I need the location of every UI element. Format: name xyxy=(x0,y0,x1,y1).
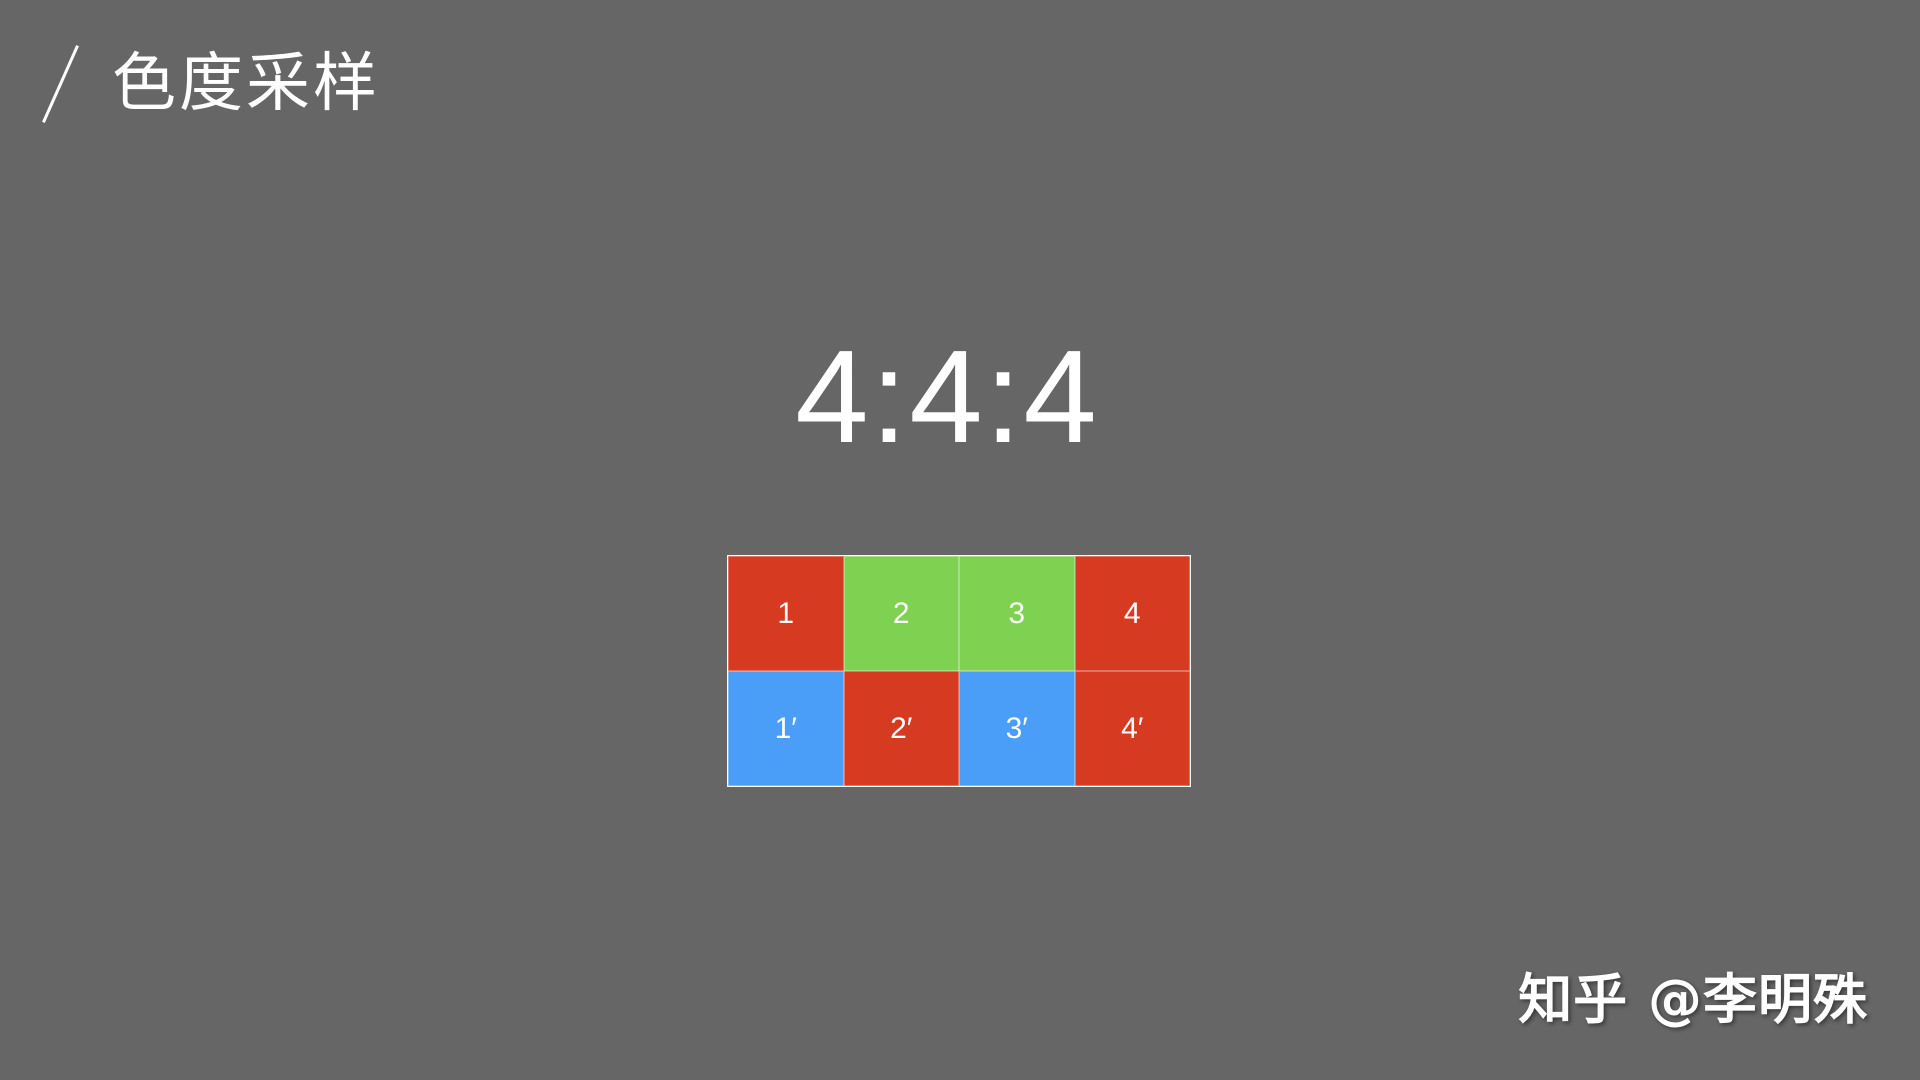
pixel-grid: 1 2 3 4 1′ 2′ 3′ 4′ xyxy=(727,555,1191,787)
pixel-cell-row1-col2: 2 xyxy=(843,556,959,671)
pixel-cell-row2-col4: 4′ xyxy=(1074,671,1190,786)
pixel-cell-row2-col2: 2′ xyxy=(843,671,959,786)
pixel-cell-row1-col3: 3 xyxy=(959,556,1075,671)
slide-header: 色度采样 xyxy=(44,44,380,124)
pixel-cell-row1-col1: 1 xyxy=(728,556,844,671)
pixel-cell-row2-col1: 1′ xyxy=(728,671,844,786)
slash-divider-icon xyxy=(44,44,76,124)
slide-title: 色度采样 xyxy=(112,47,380,121)
pixel-cell-row2-col3: 3′ xyxy=(959,671,1075,786)
watermark: 知乎 @李明殊 xyxy=(1518,968,1868,1031)
pixel-cell-row1-col4: 4 xyxy=(1074,556,1190,671)
sampling-ratio-label: 4:4:4 xyxy=(795,323,1099,470)
